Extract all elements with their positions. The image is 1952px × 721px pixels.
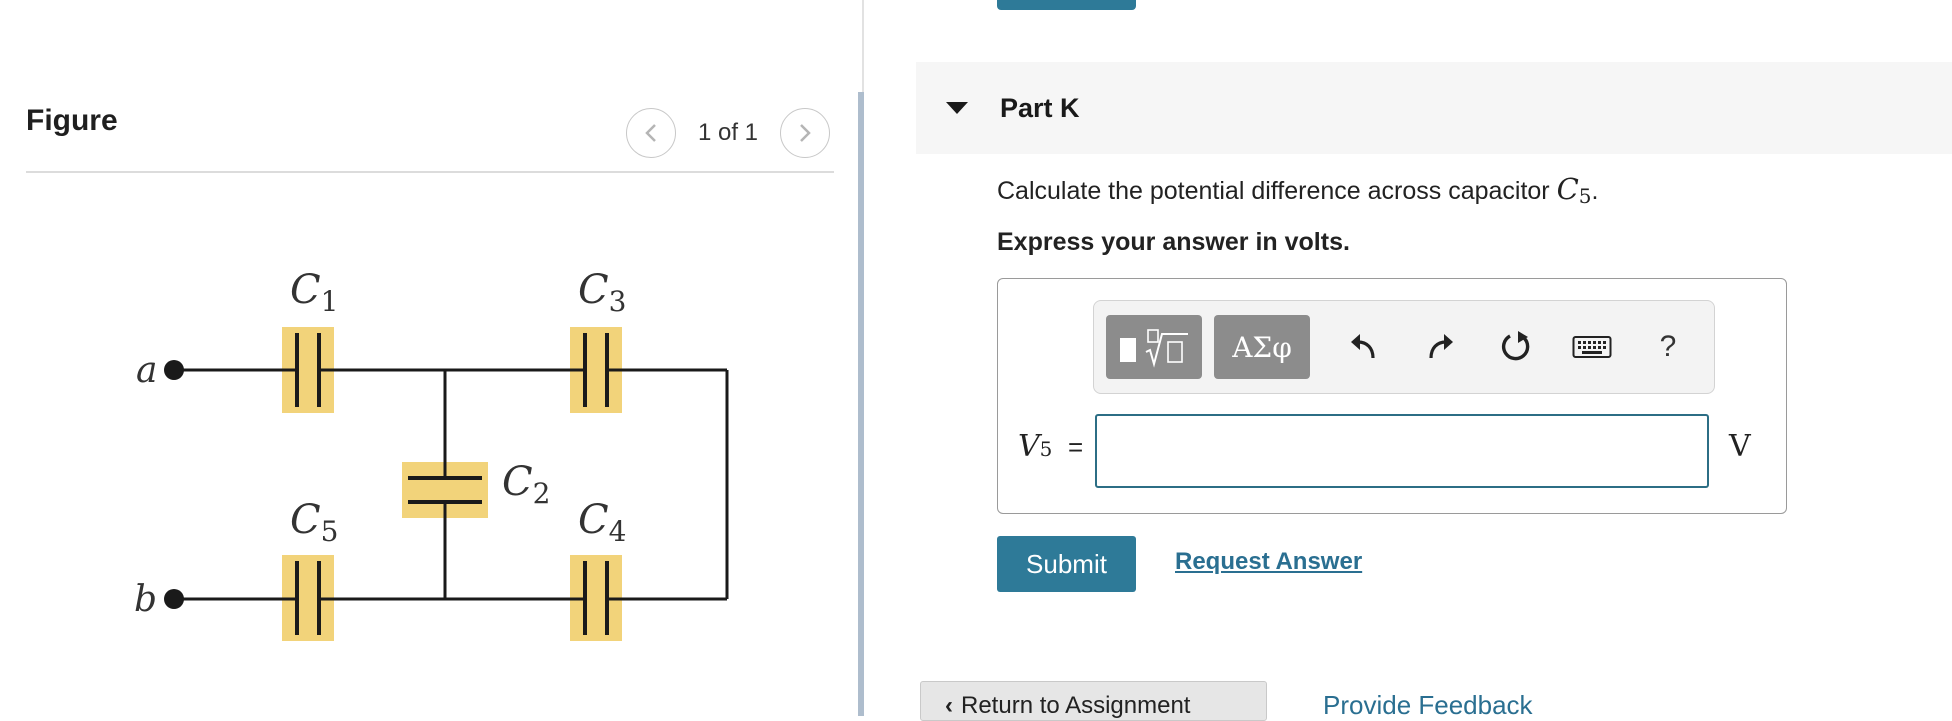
terminal-a	[164, 360, 184, 380]
redo-icon	[1429, 334, 1453, 359]
question-period: .	[1591, 177, 1599, 205]
previous-submit-button[interactable]	[997, 0, 1136, 10]
return-to-assignment-button[interactable]: ‹ Return to Assignment	[920, 681, 1267, 721]
figure-divider	[26, 171, 834, 173]
answer-variable-subscript: 5	[1039, 437, 1053, 461]
pane-splitter-handle[interactable]	[858, 92, 864, 716]
pager-count: 1 of 1	[697, 119, 759, 146]
node-label-a: a	[136, 350, 157, 391]
answer-variable-letter: V	[1018, 429, 1040, 464]
question-variable-subscript: 5	[1578, 184, 1592, 208]
collapse-triangle-icon[interactable]	[944, 100, 970, 116]
math-toolbar: ΑΣφ ?	[1093, 300, 1715, 394]
chevron-right-icon	[800, 124, 811, 142]
circuit-diagram: a b C1 C3 C2 C5 C4	[134, 267, 729, 641]
next-figure-button[interactable]	[780, 108, 830, 158]
part-header[interactable]: Part K	[916, 62, 1952, 154]
templates-button[interactable]	[1106, 315, 1202, 379]
answer-input[interactable]	[1095, 414, 1709, 488]
reset-icon	[1502, 331, 1530, 361]
question-variable: C	[1556, 172, 1579, 206]
provide-feedback-link[interactable]: Provide Feedback	[1323, 690, 1533, 721]
capacitor-label-c4: C4	[578, 497, 626, 548]
capacitor-label-c1: C1	[290, 267, 338, 318]
figure-title: Figure	[26, 104, 118, 137]
answer-variable-label: V5 =	[1018, 429, 1083, 464]
unit-label: V	[1729, 429, 1751, 464]
chevron-left-icon	[645, 124, 656, 142]
reset-button[interactable]	[1492, 323, 1540, 371]
figure-pane: Figure 1 of 1 a b C1 C3 C2 C5 C4	[0, 0, 862, 716]
keyboard-icon	[1572, 336, 1612, 358]
request-answer-link[interactable]: Request Answer	[1175, 548, 1362, 576]
greek-symbols-button[interactable]: ΑΣφ	[1214, 315, 1310, 379]
capacitor-label-c5: C5	[290, 497, 338, 548]
capacitor-label-c3: C3	[578, 267, 626, 318]
answer-box: ΑΣφ ? V5 = V	[997, 278, 1787, 514]
redo-button[interactable]	[1416, 323, 1464, 371]
capacitor-label-c2: C2	[502, 459, 550, 510]
submit-button[interactable]: Submit	[997, 536, 1136, 592]
figure-pager: 1 of 1	[626, 107, 830, 159]
terminal-b	[164, 589, 184, 609]
question-text: Calculate the potential difference acros…	[997, 177, 1550, 205]
part-title: Part K	[1000, 92, 1080, 123]
previous-figure-button[interactable]	[626, 108, 676, 158]
keyboard-button[interactable]	[1568, 323, 1616, 371]
undo-button[interactable]	[1340, 323, 1388, 371]
equals-sign: =	[1067, 432, 1084, 462]
node-label-b: b	[134, 579, 157, 620]
question-prompt: Calculate the potential difference acros…	[997, 172, 1598, 208]
answer-instruction: Express your answer in volts.	[997, 228, 1350, 256]
undo-icon	[1351, 334, 1375, 359]
templates-icon	[1120, 329, 1188, 368]
help-button[interactable]: ?	[1644, 323, 1692, 371]
